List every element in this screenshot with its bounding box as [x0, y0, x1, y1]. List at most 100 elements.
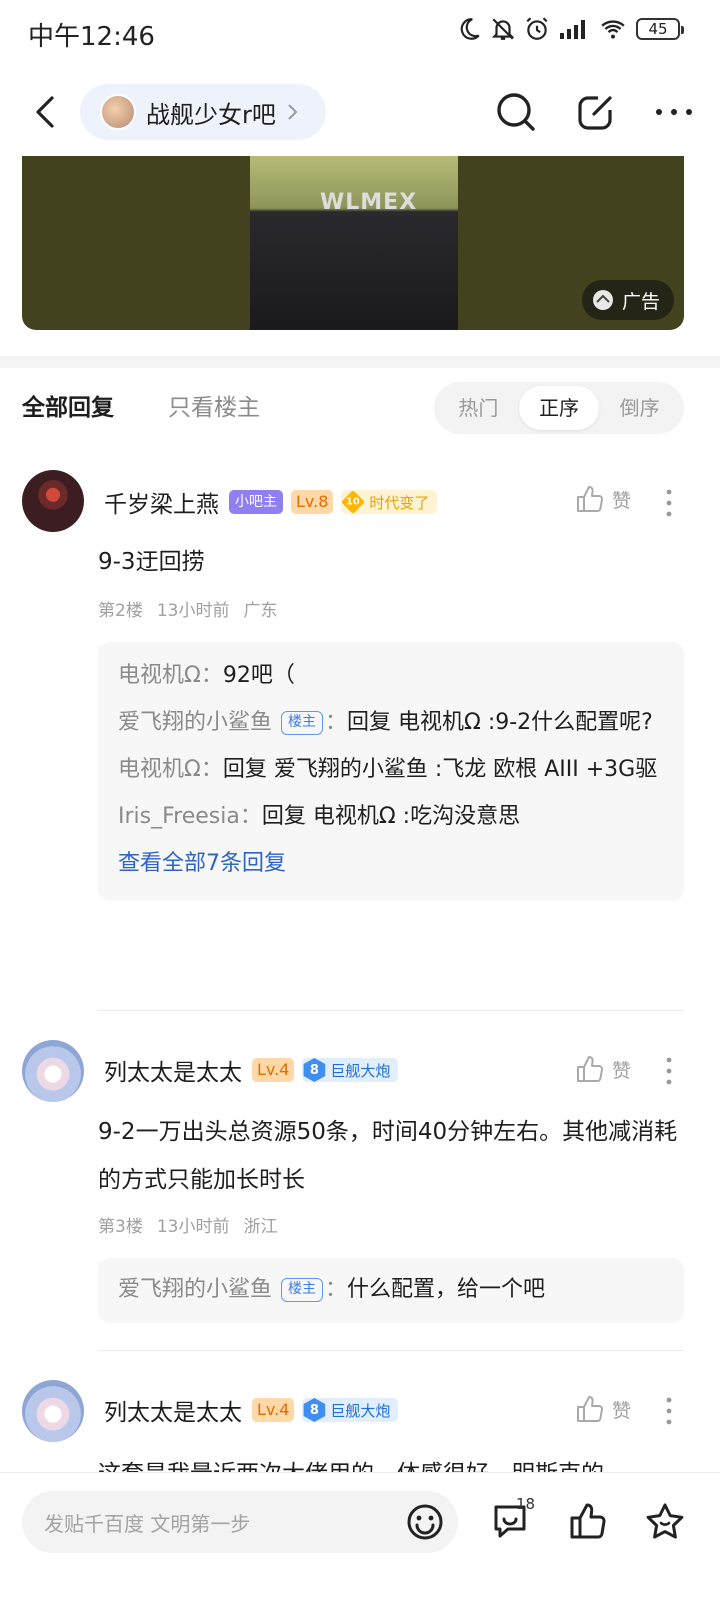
reply-text: 回复 电视机Ω :9-2什么配置呢?	[347, 710, 653, 735]
chevron-right-icon	[288, 104, 298, 120]
status-icons: 45	[456, 16, 684, 42]
sub-reply[interactable]: 电视机Ω：回复 爱飞翔的小鲨鱼 :飞龙 欧根 AIII +3G驱	[118, 746, 664, 793]
post-location: 广东	[243, 601, 278, 621]
level-badge: Lv.4	[252, 1398, 295, 1422]
reply-author[interactable]: Iris_Freesia	[118, 804, 240, 829]
favorite-star-icon[interactable]	[644, 1501, 686, 1543]
section-separator	[0, 356, 720, 368]
more-options-icon[interactable]	[654, 106, 694, 118]
post-divider	[98, 1010, 684, 1011]
title-badge: 8 巨舰大炮	[302, 1058, 399, 1082]
more-vertical-icon[interactable]	[664, 1056, 674, 1086]
diamond-icon: 10	[341, 490, 366, 514]
thumbs-up-icon	[577, 1396, 603, 1423]
sort-descending[interactable]: 倒序	[599, 386, 680, 430]
top-nav: 战舰少女r吧	[0, 70, 720, 156]
floor-number: 第3楼	[98, 1217, 143, 1237]
search-icon[interactable]	[494, 90, 538, 134]
username[interactable]: 列太太是太太	[104, 1053, 242, 1087]
reply-author[interactable]: 爱飞翔的小鲨鱼	[118, 710, 272, 735]
sort-hot[interactable]: 热门	[438, 386, 519, 430]
tab-owner-only[interactable]: 只看楼主	[168, 388, 260, 422]
avatar[interactable]	[22, 470, 84, 532]
thumbs-up-icon	[577, 1056, 603, 1083]
sub-reply[interactable]: Iris_Freesia：回复 电视机Ω :吃沟没意思	[118, 793, 664, 840]
alarm-icon	[526, 17, 548, 40]
mute-bell-icon	[491, 18, 515, 40]
ad-logo-icon	[592, 290, 613, 310]
reply-separator: ：	[325, 1277, 348, 1302]
view-all-replies-link[interactable]: 查看全部7条回复	[118, 840, 664, 887]
back-arrow-icon[interactable]	[28, 92, 68, 132]
role-badge: 小吧主	[229, 490, 283, 514]
signal-icon	[560, 20, 585, 39]
like-button[interactable]: 赞	[576, 484, 631, 514]
ad-badge[interactable]: 广告	[581, 280, 674, 320]
post-location: 浙江	[243, 1217, 278, 1237]
like-label: 赞	[612, 1059, 632, 1082]
avatar[interactable]	[22, 1380, 84, 1442]
reply-separator: ：	[239, 804, 262, 829]
reply-input[interactable]: 发贴千百度 文明第一步	[22, 1491, 458, 1553]
like-thumbs-up-icon[interactable]	[568, 1501, 608, 1541]
status-bar: 中午12:46 45	[0, 0, 720, 64]
comment-count: 18	[516, 1495, 536, 1513]
reply-text: 什么配置，给一个吧	[347, 1277, 546, 1302]
level-badge: Lv.4	[252, 1058, 295, 1082]
more-vertical-icon[interactable]	[664, 1396, 674, 1426]
hexagon-badge-icon: 8	[303, 1398, 326, 1422]
forum-name: 战舰少女r吧	[146, 100, 276, 129]
avatar[interactable]	[22, 1040, 84, 1102]
reply-text: 回复 爱飞翔的小鲨鱼 :飞龙 欧根 AIII +3G驱	[222, 757, 658, 782]
ad-jacket-text: WLMEX	[320, 190, 418, 215]
wifi-icon	[601, 20, 625, 39]
reply-tabs: 全部回复 只看楼主 热门 正序 倒序	[0, 378, 720, 442]
title-badge: 8 巨舰大炮	[302, 1398, 399, 1422]
badge-text: 巨舰大炮	[330, 1061, 391, 1080]
sort-ascending[interactable]: 正序	[518, 386, 600, 430]
reply-author[interactable]: 电视机Ω	[118, 663, 201, 688]
post-meta: 第2楼 13小时前 广东	[98, 596, 277, 621]
sub-reply[interactable]: 爱飞翔的小鲨鱼 楼主 ：回复 电视机Ω :9-2什么配置呢?	[118, 699, 664, 746]
emoji-icon[interactable]	[406, 1503, 444, 1541]
sub-replies[interactable]: 爱飞翔的小鲨鱼 楼主 ：什么配置，给一个吧	[98, 1258, 684, 1323]
reply-author[interactable]: 爱飞翔的小鲨鱼	[118, 1277, 272, 1302]
reply-author[interactable]: 电视机Ω	[118, 757, 201, 782]
like-button[interactable]: 赞	[576, 1394, 631, 1424]
sub-reply[interactable]: 电视机Ω：92吧（	[118, 652, 664, 699]
like-label: 赞	[612, 1399, 632, 1422]
forum-avatar	[100, 94, 136, 130]
post-time: 13小时前	[156, 1217, 230, 1237]
post-divider	[98, 1350, 684, 1351]
like-label: 赞	[612, 489, 632, 512]
badge-text: 巨舰大炮	[330, 1401, 391, 1420]
hexagon-badge-icon: 8	[303, 1058, 326, 1082]
thumbs-up-icon	[577, 486, 603, 513]
username[interactable]: 千岁梁上燕	[104, 485, 219, 519]
sort-toggle: 热门 正序 倒序	[434, 382, 684, 434]
tab-all-replies[interactable]: 全部回复	[22, 388, 114, 422]
sub-replies[interactable]: 电视机Ω：92吧（ 爱飞翔的小鲨鱼 楼主 ：回复 电视机Ω :9-2什么配置呢? …	[98, 642, 684, 901]
username[interactable]: 列太太是太太	[104, 1393, 242, 1427]
post-content: 9-2一万出头总资源50条，时间40分钟左右。其他减消耗的方式只能加长时长	[98, 1119, 678, 1193]
post-meta: 第3楼 13小时前 浙江	[98, 1212, 277, 1237]
sub-reply[interactable]: 爱飞翔的小鲨鱼 楼主 ：什么配置，给一个吧	[118, 1266, 664, 1313]
moon-icon	[460, 18, 480, 40]
title-badge: 10 时代变了	[341, 490, 438, 514]
ad-label: 广告	[621, 290, 660, 313]
host-badge: 楼主	[281, 1278, 324, 1302]
like-button[interactable]: 赞	[576, 1054, 631, 1084]
host-badge: 楼主	[281, 711, 324, 735]
badge-text: 时代变了	[369, 493, 430, 512]
ad-banner[interactable]: WLMEX 广告	[22, 156, 684, 330]
reply-input-placeholder: 发贴千百度 文明第一步	[44, 1512, 251, 1536]
forum-link[interactable]: 战舰少女r吧	[80, 84, 326, 140]
compose-icon[interactable]	[576, 92, 616, 132]
bottom-action-bar: 发贴千百度 文明第一步 18	[0, 1472, 720, 1600]
reply-text: 回复 电视机Ω :吃沟没意思	[261, 804, 521, 829]
reply-separator: ：	[325, 710, 348, 735]
battery-indicator: 45	[636, 18, 684, 40]
more-vertical-icon[interactable]	[664, 488, 674, 518]
badge-number: 10	[346, 496, 361, 508]
floor-number: 第2楼	[98, 601, 143, 621]
